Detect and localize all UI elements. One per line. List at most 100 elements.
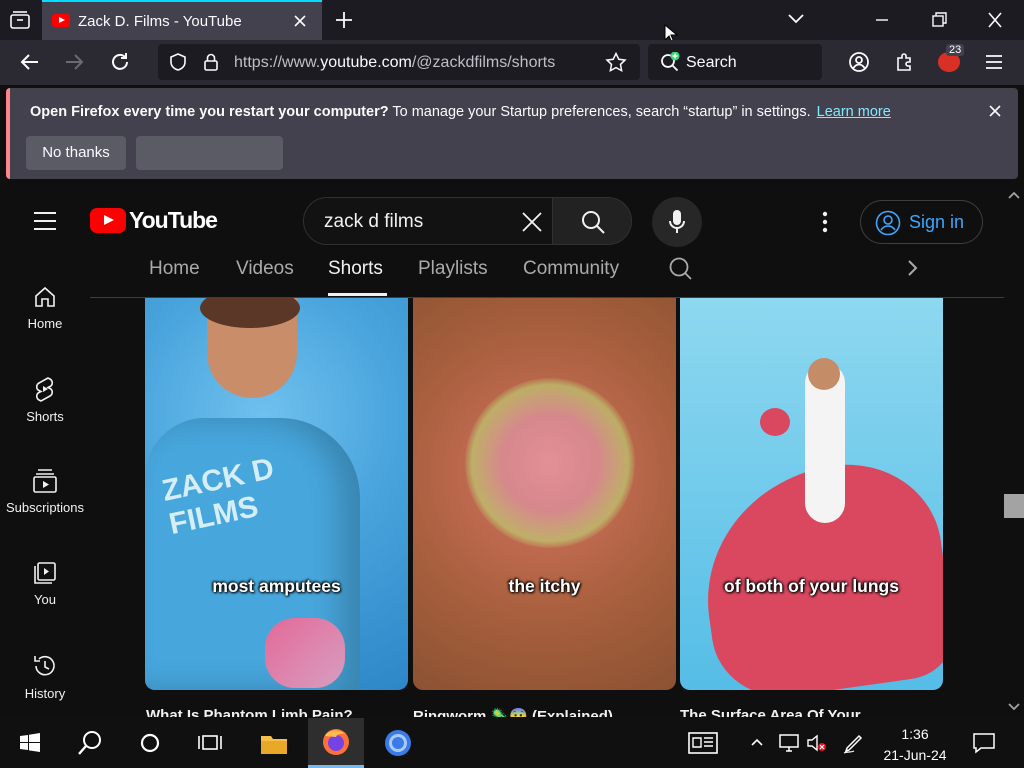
restore-window-icon[interactable]: [930, 10, 948, 30]
minimize-window-icon[interactable]: [874, 10, 890, 30]
browser-search-placeholder: Search: [686, 54, 737, 71]
bookmark-star-icon[interactable]: [605, 52, 627, 72]
browser-tab-active[interactable]: Zack D. Films - YouTube: [42, 0, 322, 40]
chrome-taskbar-icon[interactable]: [370, 718, 426, 768]
short-title[interactable]: What Is Phantom Limb Pain?: [146, 707, 396, 717]
tab-videos[interactable]: Videos: [236, 258, 294, 280]
microphone-icon: [667, 209, 687, 235]
sidebar-label-shorts: Shorts: [26, 409, 64, 424]
clock-date: 21-Jun-24: [883, 747, 947, 763]
youtube-favicon-icon: [52, 14, 70, 27]
taskbar-clock[interactable]: 1:36 21-Jun-24: [870, 724, 960, 766]
url-prefix: https://www.: [234, 54, 321, 71]
url-bar[interactable]: https://www.youtube.com/@zackdfilms/shor…: [158, 44, 640, 80]
sidebar-item-subscriptions[interactable]: Subscriptions: [0, 468, 90, 515]
close-window-icon[interactable]: [986, 10, 1004, 30]
user-circle-icon: [875, 210, 901, 236]
thumbnail-figure-head: [808, 358, 840, 390]
sidebar-label-history: History: [24, 686, 66, 701]
browser-search-bar[interactable]: Search: [648, 44, 822, 80]
app-menu-hamburger-icon[interactable]: [984, 52, 1004, 72]
new-tab-icon[interactable]: [334, 10, 354, 30]
sign-in-label: Sign in: [909, 212, 965, 232]
back-arrow-icon[interactable]: [18, 51, 42, 73]
url-text[interactable]: https://www.youtube.com/@zackdfilms/shor…: [234, 54, 555, 72]
learn-more-link[interactable]: Learn more: [817, 104, 891, 120]
short-thumbnail[interactable]: ZACK D FILMS most amputees: [145, 298, 408, 690]
account-icon[interactable]: [848, 51, 870, 73]
thumbnail-highlight: [265, 618, 345, 688]
clock-time: 1:36: [901, 726, 929, 742]
task-view-icon[interactable]: [182, 718, 238, 768]
notification-message: Open Firefox every time you restart your…: [30, 104, 891, 120]
news-widget-icon[interactable]: [675, 718, 731, 768]
notification-bold-text: Open Firefox every time you restart your…: [30, 104, 389, 120]
pen-ink-workspace-icon[interactable]: [842, 731, 866, 755]
tab-home[interactable]: Home: [149, 258, 200, 280]
reload-icon[interactable]: [108, 51, 132, 73]
home-icon: [35, 286, 55, 307]
windows-start-icon[interactable]: [2, 718, 58, 768]
no-thanks-button[interactable]: No thanks: [26, 136, 126, 170]
close-tab-icon[interactable]: [292, 13, 308, 29]
clear-search-icon[interactable]: [520, 210, 544, 234]
tracking-protection-shield-icon[interactable]: [168, 52, 188, 72]
short-caption: most amputees: [212, 576, 341, 596]
short-title[interactable]: Ringworm 🦠😨 (Explained): [413, 707, 663, 717]
thumbnail-lung-model: [760, 408, 790, 436]
active-tab-indicator: [328, 293, 387, 296]
scrollbar-thumb[interactable]: [1004, 494, 1024, 518]
sidebar-item-you[interactable]: You: [0, 560, 90, 607]
show-hidden-icons-chevron-icon[interactable]: [750, 736, 764, 748]
youtube-logo[interactable]: YouTube: [90, 207, 218, 234]
page-scrollbar[interactable]: [1004, 186, 1024, 716]
file-explorer-icon[interactable]: [246, 718, 302, 768]
short-thumbnail[interactable]: of both of your lungs: [680, 298, 943, 690]
taskbar-search-icon[interactable]: [62, 718, 118, 768]
history-icon: [34, 655, 55, 676]
list-all-tabs-icon[interactable]: [8, 8, 32, 32]
channel-search-icon[interactable]: [668, 256, 694, 282]
scroll-down-arrow-icon[interactable]: [1008, 702, 1020, 712]
sidebar-label-home: Home: [27, 316, 63, 331]
youtube-logo-text: YouTube: [129, 207, 218, 233]
sign-in-button[interactable]: Sign in: [860, 200, 983, 244]
volume-muted-icon[interactable]: [806, 733, 828, 753]
lock-icon[interactable]: [202, 52, 220, 72]
startup-notification-bar: Open Firefox every time you restart your…: [6, 88, 1018, 179]
network-icon[interactable]: [778, 733, 800, 753]
cortana-icon[interactable]: [122, 718, 178, 768]
close-notification-icon[interactable]: [988, 104, 1002, 118]
voice-search-button[interactable]: [652, 197, 702, 247]
sidebar-item-home[interactable]: Home: [0, 284, 90, 331]
subscriptions-icon: [33, 469, 57, 493]
sidebar-item-history[interactable]: History: [0, 652, 90, 701]
search-engine-icon: [660, 52, 682, 72]
url-domain: youtube.com: [320, 54, 412, 71]
url-path: /@zackdfilms/shorts: [411, 54, 556, 71]
sidebar-item-shorts[interactable]: Shorts: [0, 375, 90, 424]
extension-badge: 23: [946, 44, 965, 56]
youtube-search-button[interactable]: [552, 197, 632, 245]
tabs-next-chevron-icon[interactable]: [905, 258, 919, 278]
scroll-up-arrow-icon[interactable]: [1008, 190, 1020, 200]
tab-list-chevron-icon[interactable]: [786, 10, 806, 28]
forward-arrow-icon[interactable]: [62, 51, 86, 73]
notification-secondary-button[interactable]: [136, 136, 283, 170]
tab-playlists[interactable]: Playlists: [418, 258, 488, 280]
tab-shorts[interactable]: Shorts: [328, 258, 383, 280]
firefox-taskbar-icon[interactable]: [308, 718, 364, 768]
youtube-play-logo-icon: [90, 208, 126, 233]
sidebar-label-you: You: [34, 592, 56, 607]
extensions-puzzle-icon[interactable]: [894, 51, 916, 73]
short-title[interactable]: The Surface Area Of Your: [680, 707, 930, 717]
tab-title: Zack D. Films - YouTube: [78, 13, 242, 30]
short-caption: of both of your lungs: [724, 576, 899, 596]
youtube-menu-icon[interactable]: [33, 210, 57, 232]
notification-body-text: To manage your Startup preferences, sear…: [388, 104, 811, 120]
action-center-notification-icon[interactable]: [972, 731, 996, 755]
short-thumbnail[interactable]: the itchy: [413, 298, 676, 690]
youtube-search-input[interactable]: zack d films: [303, 197, 553, 245]
more-options-icon[interactable]: [820, 210, 830, 234]
tab-community[interactable]: Community: [523, 258, 619, 280]
